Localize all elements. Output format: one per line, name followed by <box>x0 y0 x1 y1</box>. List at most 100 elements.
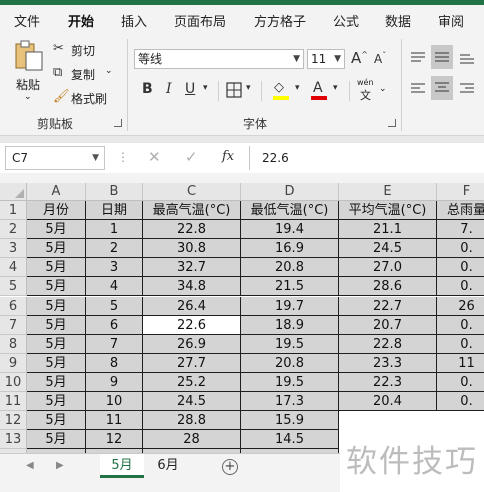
table-cell[interactable]: 26.4 <box>143 296 241 316</box>
table-cell[interactable]: 19.7 <box>241 296 339 316</box>
row-header[interactable]: 11 <box>0 392 27 412</box>
table-cell[interactable]: 5月 <box>27 258 86 278</box>
align-right-icon[interactable] <box>459 82 475 96</box>
copy-dropdown-icon[interactable]: ⌄ <box>105 66 113 76</box>
table-cell[interactable]: 26 <box>437 296 484 316</box>
table-header-cell[interactable]: 日期 <box>86 201 143 221</box>
underline-dropdown-icon[interactable]: ▾ <box>203 83 208 93</box>
table-cell[interactable]: 0. <box>437 334 484 354</box>
copy-button[interactable]: ⧉ 复制 ⌄ <box>53 64 118 84</box>
table-cell[interactable]: 22.3 <box>339 372 437 392</box>
row-header[interactable]: 5 <box>0 277 27 297</box>
row-header[interactable]: 4 <box>0 258 27 278</box>
more-icon[interactable]: ⋮ <box>117 150 129 164</box>
table-cell[interactable]: 0. <box>437 372 484 392</box>
paste-button[interactable]: 粘贴 ⌄ <box>10 40 48 106</box>
table-header-cell[interactable]: 最低气温(°C) <box>241 201 339 221</box>
phonetic-button[interactable]: wén 文 ⌄ <box>357 78 387 102</box>
table-cell[interactable]: 24.5 <box>143 392 241 412</box>
row-header[interactable]: 7 <box>0 315 27 335</box>
table-cell[interactable]: 5 <box>86 296 143 316</box>
align-bottom-icon[interactable] <box>459 51 475 65</box>
font-size-combo[interactable]: 11 ▼ <box>307 49 345 69</box>
table-cell[interactable]: 2 <box>86 239 143 259</box>
table-cell[interactable]: 26.9 <box>143 334 241 354</box>
table-cell[interactable]: 22.6 <box>143 315 241 335</box>
prev-sheet-icon[interactable]: ◀ <box>26 460 34 471</box>
table-cell[interactable]: 27.0 <box>339 258 437 278</box>
formula-input[interactable]: 22.6 <box>249 146 484 170</box>
table-cell[interactable]: 14.5 <box>241 430 339 450</box>
table-header-cell[interactable]: 月份 <box>27 201 86 221</box>
enter-icon[interactable]: ✓ <box>185 148 198 166</box>
table-cell[interactable]: 0. <box>437 315 484 335</box>
cut-button[interactable]: ✂ 剪切 <box>53 40 108 60</box>
table-cell[interactable]: 5月 <box>27 372 86 392</box>
table-cell[interactable]: 1 <box>86 220 143 240</box>
table-cell[interactable]: 15.9 <box>241 411 339 431</box>
table-cell[interactable]: 5月 <box>27 239 86 259</box>
table-cell[interactable]: 27.7 <box>143 353 241 373</box>
row-header[interactable]: 9 <box>0 353 27 373</box>
border-dropdown-icon[interactable]: ▾ <box>246 83 251 93</box>
table-cell[interactable]: 25.2 <box>143 372 241 392</box>
paste-dropdown-icon[interactable]: ⌄ <box>24 92 32 102</box>
bold-icon[interactable]: B <box>142 81 153 97</box>
table-cell[interactable]: 5月 <box>27 296 86 316</box>
column-header-f[interactable]: F <box>437 183 484 201</box>
table-cell[interactable]: 7. <box>437 220 484 240</box>
table-cell[interactable]: 5月 <box>27 353 86 373</box>
table-cell[interactable]: 22.8 <box>143 220 241 240</box>
row-header[interactable]: 6 <box>0 296 27 316</box>
table-cell[interactable]: 28 <box>143 430 241 450</box>
table-cell[interactable]: 4 <box>86 277 143 297</box>
row-header[interactable]: 1 <box>0 201 27 221</box>
tab-formulas[interactable]: 公式 <box>333 11 359 30</box>
align-top-icon[interactable] <box>410 51 426 65</box>
row-header[interactable]: 2 <box>0 220 27 240</box>
table-cell[interactable]: 19.4 <box>241 220 339 240</box>
column-header-a[interactable]: A <box>27 183 86 201</box>
table-header-cell[interactable]: 最高气温(°C) <box>143 201 241 221</box>
font-color-button[interactable]: A <box>311 80 331 102</box>
shrink-font-icon[interactable]: Aˇ <box>374 51 386 66</box>
align-center-button[interactable] <box>431 76 453 100</box>
table-cell[interactable]: 0. <box>437 392 484 412</box>
table-cell[interactable]: 22.7 <box>339 296 437 316</box>
table-cell[interactable]: 7 <box>86 334 143 354</box>
clipboard-launcher-icon[interactable] <box>114 119 122 127</box>
row-header[interactable]: 3 <box>0 239 27 259</box>
table-cell[interactable]: 5月 <box>27 315 86 335</box>
table-cell[interactable]: 28.8 <box>143 411 241 431</box>
worksheet-grid[interactable]: A B C D E F 1 2 3 4 5 6 7 8 9 10 11 12 13 月份 日期 最高气温(°C) 最低气温(… <box>0 183 484 453</box>
table-cell[interactable]: 16.9 <box>241 239 339 259</box>
table-cell[interactable]: 0. <box>437 239 484 259</box>
column-header-e[interactable]: E <box>339 183 437 201</box>
table-header-cell[interactable]: 平均气温(°C) <box>339 201 437 221</box>
table-cell[interactable]: 5月 <box>27 392 86 412</box>
row-header[interactable]: 8 <box>0 334 27 354</box>
tab-data[interactable]: 数据 <box>385 11 411 30</box>
row-header[interactable]: 10 <box>0 372 27 392</box>
next-sheet-icon[interactable]: ▶ <box>56 460 64 471</box>
table-cell[interactable]: 30.8 <box>143 239 241 259</box>
table-cell[interactable]: 20.8 <box>241 353 339 373</box>
font-color-dropdown-icon[interactable]: ▾ <box>333 83 338 93</box>
tab-file[interactable]: 文件 <box>14 11 40 30</box>
table-cell[interactable]: 5月 <box>27 277 86 297</box>
sheet-tab-june[interactable]: 6月 <box>146 454 190 478</box>
table-cell[interactable]: 8 <box>86 353 143 373</box>
tab-page-layout[interactable]: 页面布局 <box>174 11 226 30</box>
tab-insert[interactable]: 插入 <box>121 11 147 30</box>
table-cell[interactable]: 20.7 <box>339 315 437 335</box>
table-cell[interactable]: 20.4 <box>339 392 437 412</box>
table-cell[interactable]: 0. <box>437 277 484 297</box>
table-cell[interactable]: 3 <box>86 258 143 278</box>
table-cell[interactable]: 5月 <box>27 430 86 450</box>
table-cell[interactable]: 23.3 <box>339 353 437 373</box>
sheet-tab-may[interactable]: 5月 <box>100 454 144 478</box>
table-cell[interactable]: 9 <box>86 372 143 392</box>
italic-icon[interactable]: I <box>166 81 172 97</box>
align-middle-button[interactable] <box>431 45 453 69</box>
underline-icon[interactable]: U <box>185 81 195 97</box>
